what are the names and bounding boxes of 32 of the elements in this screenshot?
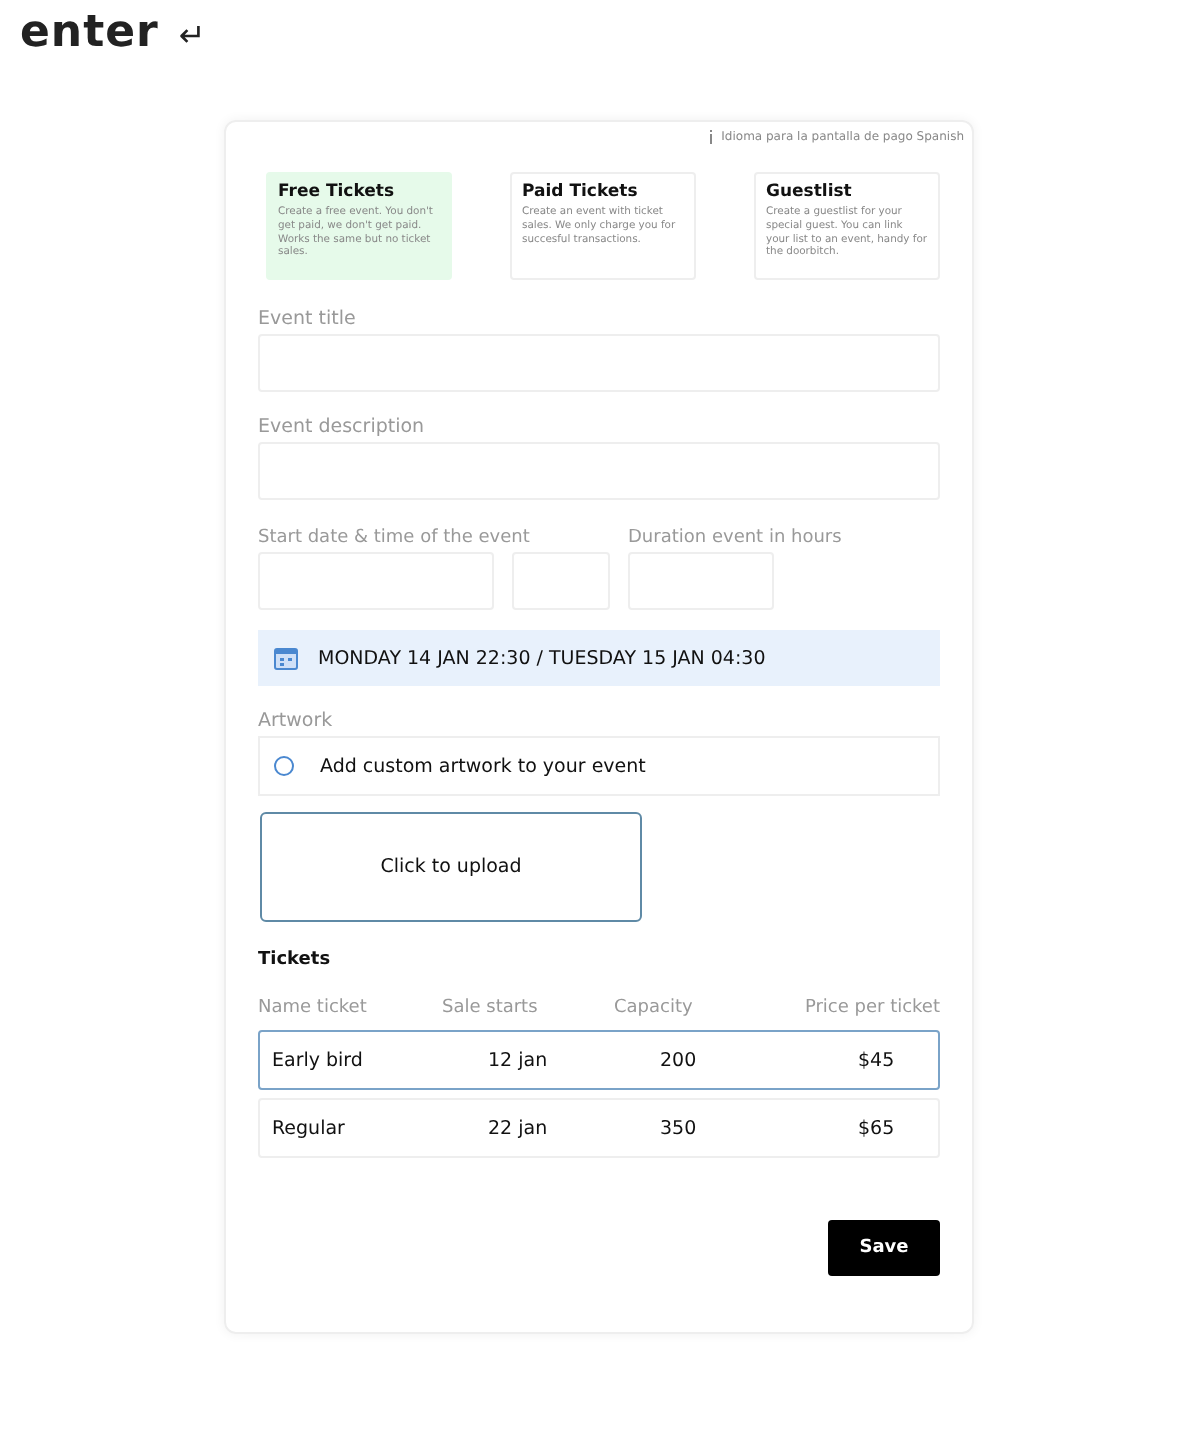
table-cell-text: 22 jan	[486, 1117, 550, 1139]
table-cell-text: 200	[658, 1049, 699, 1071]
option-title: Paid Tickets	[522, 182, 640, 202]
table-cell-text: $65	[856, 1117, 897, 1139]
table-cell-text: Regular	[272, 1117, 347, 1139]
column-header: Name ticket	[258, 998, 369, 1018]
field-label: Start date & time of the event	[258, 528, 532, 548]
field-label: Event description	[258, 416, 427, 438]
column-header: Capacity	[614, 998, 695, 1018]
column-header: Sale starts	[442, 998, 540, 1018]
upload-button[interactable]: Click to upload	[260, 812, 642, 922]
logo: enter	[20, 8, 159, 58]
calendar-icon	[274, 646, 298, 670]
field-label: Artwork	[258, 710, 335, 732]
option-title: Free Tickets	[278, 182, 397, 202]
column-header: Price per ticket	[802, 998, 940, 1018]
return-symbol: ↵	[178, 16, 206, 54]
ticket-row[interactable]: Early bird 12 jan 200 $45	[258, 1030, 940, 1090]
option-title: Guestlist	[766, 182, 854, 202]
artwork-option[interactable]: Add custom artwork to your event	[258, 736, 940, 796]
date-summary: MONDAY 14 JAN 22:30 / TUESDAY 15 JAN 04:30	[318, 647, 766, 669]
table-cell-text: 12 jan	[486, 1049, 550, 1071]
option-label: Add custom artwork to your event	[320, 755, 646, 777]
table-cell-text: 350	[658, 1117, 699, 1139]
save-button[interactable]: Save	[828, 1220, 940, 1276]
section-heading: Tickets	[258, 950, 333, 970]
table-cell-text: Early bird	[272, 1049, 365, 1071]
field-label: Event title	[258, 308, 358, 330]
radio-button[interactable]	[274, 756, 294, 776]
table-cell-text: $45	[856, 1049, 897, 1071]
field-label: Duration event in hours	[628, 528, 842, 548]
ticket-row[interactable]: Regular 22 jan 350 $65	[258, 1098, 940, 1158]
